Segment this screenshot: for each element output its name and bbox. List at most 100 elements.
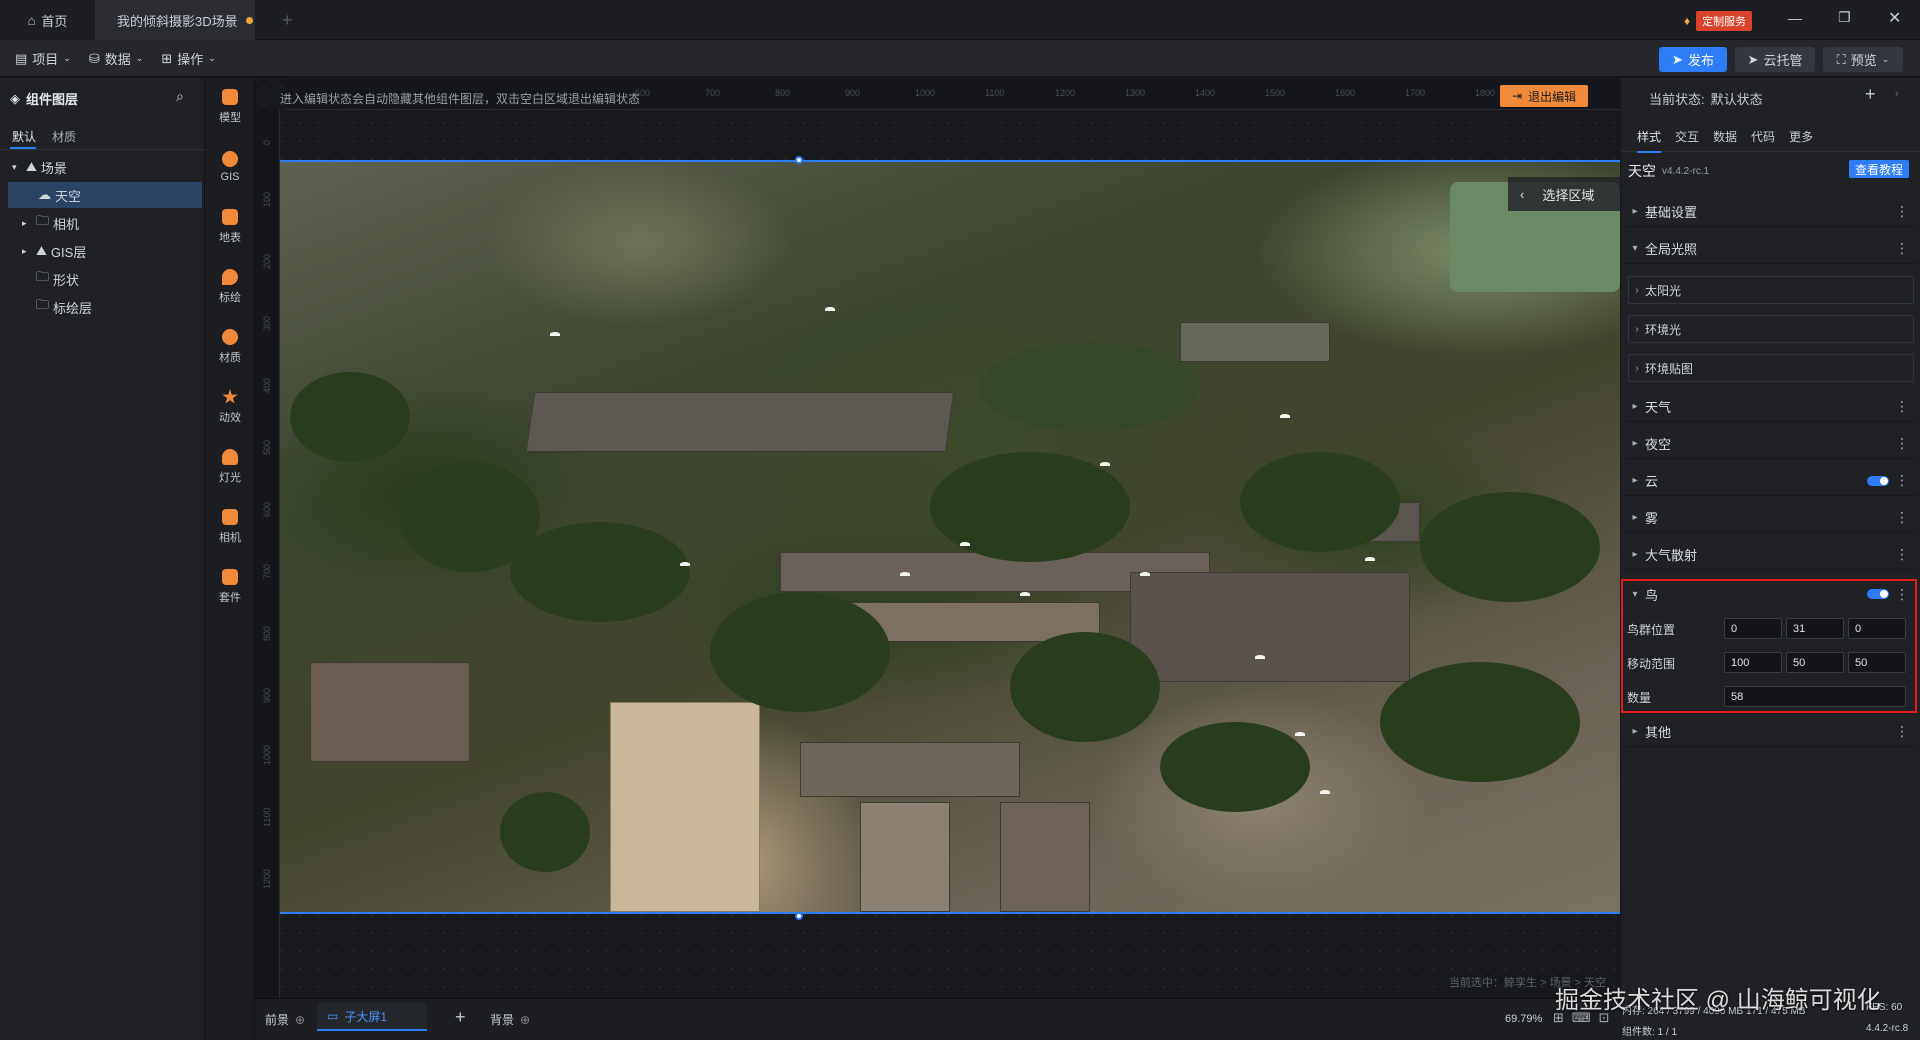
bird-toggle[interactable]	[1867, 589, 1889, 599]
resize-handle[interactable]	[795, 156, 803, 164]
tree-item-annotation[interactable]: 🗀 标绘层	[0, 294, 202, 320]
minimize-button[interactable]: —	[1788, 10, 1802, 26]
screen-tab[interactable]: ▭ 子大屏1	[317, 1003, 427, 1031]
more-icon[interactable]: ⋮	[1895, 435, 1909, 452]
restore-button[interactable]: ❐	[1838, 9, 1851, 26]
tree-item-scene[interactable]: ▾ ⛰ 场景	[0, 154, 202, 180]
more-icon[interactable]: ⋮	[1895, 472, 1909, 489]
layer-tabs: 默认 材质	[0, 122, 205, 150]
exit-edit-button[interactable]: ⇥ 退出编辑	[1500, 85, 1589, 107]
more-icon[interactable]: ⋮	[1895, 240, 1909, 257]
more-icon[interactable]: ⋮	[1895, 546, 1909, 563]
tab-home[interactable]: ⌂ 首页	[0, 0, 95, 40]
move-range-y-input[interactable]: 50	[1786, 652, 1844, 673]
publish-button[interactable]: ➤ 发布	[1659, 47, 1727, 72]
subsection-sunlight[interactable]: › 太阳光	[1628, 276, 1914, 304]
bird-position-x-input[interactable]: 0	[1724, 618, 1782, 639]
view-tutorial-button[interactable]: 查看教程	[1849, 160, 1910, 178]
more-icon[interactable]: ⋮	[1895, 509, 1909, 526]
canvas-area[interactable]: 600 700 800 900 1000 1100 1200 1300 1400 1500 1600…	[255, 78, 1620, 998]
section-cloud[interactable]: ▸ 云 ⋮	[1625, 466, 1917, 496]
section-other[interactable]: ▸ 其他 ⋮	[1625, 717, 1917, 747]
iconbar-effects[interactable]: 动效	[205, 378, 255, 436]
bird	[1295, 732, 1305, 736]
tree-item-label: 标绘层	[53, 300, 93, 316]
subsection-ambient-light[interactable]: › 环境光	[1628, 315, 1914, 343]
preview-button[interactable]: ⛶ 预览 ⌄	[1823, 47, 1903, 72]
tab-home-label: 首页	[41, 13, 68, 29]
tab-interaction[interactable]: 交互	[1675, 128, 1699, 145]
tab-more[interactable]: 更多	[1789, 128, 1813, 145]
section-fog[interactable]: ▸ 雾 ⋮	[1625, 503, 1917, 533]
zoom-level[interactable]: 69.79%	[1505, 1013, 1542, 1025]
iconbar-annotation[interactable]: 标绘	[205, 258, 255, 316]
unsaved-dot-icon	[245, 16, 253, 24]
move-range-z-input[interactable]: 50	[1848, 652, 1906, 673]
bird-position-z-input[interactable]: 0	[1848, 618, 1906, 639]
section-weather[interactable]: ▸ 天气 ⋮	[1625, 392, 1917, 422]
section-atmosphere[interactable]: ▸ 大气散射 ⋮	[1625, 540, 1917, 570]
iconbar-camera[interactable]: 相机	[205, 498, 255, 556]
tab-code[interactable]: 代码	[1751, 128, 1775, 145]
iconbar-terrain[interactable]: 地表	[205, 198, 255, 256]
tree-item-shape[interactable]: 🗀 形状	[0, 266, 202, 292]
move-range-x-input[interactable]: 100	[1724, 652, 1782, 673]
background-label: 背景	[490, 1013, 515, 1027]
bird-count-input[interactable]: 58	[1724, 686, 1906, 707]
resize-handle[interactable]	[795, 912, 803, 920]
add-circle-icon[interactable]: ⊕	[520, 1013, 530, 1027]
tree-item-gis[interactable]: ▸ ⛰ GIS层	[0, 238, 202, 264]
cloud-toggle[interactable]	[1867, 476, 1889, 486]
tab-data[interactable]: 数据	[1713, 128, 1737, 145]
select-region-button[interactable]: ‹ 选择区域	[1508, 177, 1620, 211]
roof	[310, 662, 470, 762]
subsection-env-map[interactable]: › 环境贴图	[1628, 354, 1914, 382]
add-state-button[interactable]: +	[1865, 84, 1876, 105]
new-tab-button[interactable]: +	[282, 0, 293, 40]
tree-item-camera[interactable]: ▸ 🗀 相机	[0, 210, 202, 236]
state-value[interactable]: 默认状态	[1711, 89, 1763, 108]
section-label: 其他	[1645, 725, 1672, 740]
section-global-illumination[interactable]: ▾ 全局光照 ⋮	[1625, 234, 1917, 264]
add-screen-button[interactable]: +	[455, 1007, 466, 1028]
section-label: 基础设置	[1645, 205, 1698, 220]
operate-menu[interactable]: ⊞ 操作 ⌄	[152, 40, 224, 77]
data-menu[interactable]: ⛁ 数据 ⌄	[80, 40, 152, 77]
chevron-down-icon: ⌄	[135, 53, 144, 63]
project-menu[interactable]: ▤ 项目 ⌄	[6, 40, 80, 77]
subsection-label: 环境光	[1645, 322, 1682, 337]
background-tab[interactable]: 背景 ⊕	[490, 1011, 530, 1028]
more-icon[interactable]: ⋮	[1895, 203, 1909, 220]
ruler-left: 0 100 200 300 400 500 600 700 800 900 1000 1100 1200	[255, 110, 280, 998]
iconbar-kit[interactable]: 套件	[205, 558, 255, 616]
close-button[interactable]: ✕	[1888, 8, 1901, 28]
add-circle-icon[interactable]: ⊕	[295, 1013, 305, 1027]
more-icon[interactable]: ⋮	[1895, 586, 1909, 603]
section-night-sky[interactable]: ▸ 夜空 ⋮	[1625, 429, 1917, 459]
chevron-right-icon[interactable]: ›	[1895, 88, 1899, 100]
tree-item-sky[interactable]: ☁ 天空	[8, 182, 202, 208]
foreground-tab[interactable]: 前景 ⊕	[265, 1011, 305, 1028]
bird-position-y-input[interactable]: 31	[1786, 618, 1844, 639]
iconbar-gis[interactable]: GIS	[205, 138, 255, 196]
tab-document[interactable]: 我的倾斜摄影3D场景	[95, 0, 255, 40]
tab-default[interactable]: 默认	[12, 128, 36, 145]
more-icon[interactable]: ⋮	[1895, 398, 1909, 415]
iconbar-model[interactable]: 模型	[205, 78, 255, 136]
cloud-button[interactable]: ➤ 云托管	[1735, 47, 1815, 72]
custom-service-button[interactable]: ♦ 定制服务	[1684, 11, 1753, 31]
section-bird[interactable]: ▾ 鸟 ⋮	[1625, 579, 1917, 609]
iconbar-light[interactable]: 灯光	[205, 438, 255, 496]
toolbar: ▤ 项目 ⌄ ⛁ 数据 ⌄ ⊞ 操作 ⌄	[0, 40, 1920, 77]
section-basic[interactable]: ▸ 基础设置 ⋮	[1625, 197, 1917, 227]
iconbar-material[interactable]: 材质	[205, 318, 255, 376]
tab-style[interactable]: 样式	[1637, 128, 1662, 153]
ruler-tick: 0	[262, 140, 273, 146]
tree-cluster	[510, 522, 690, 622]
search-icon[interactable]: ⌕	[176, 88, 184, 105]
more-icon[interactable]: ⋮	[1895, 723, 1909, 740]
bird	[680, 562, 690, 566]
tree-cluster	[1420, 492, 1600, 602]
tab-material[interactable]: 材质	[52, 128, 76, 145]
scene-viewport[interactable]: ‹ 选择区域	[280, 160, 1620, 914]
